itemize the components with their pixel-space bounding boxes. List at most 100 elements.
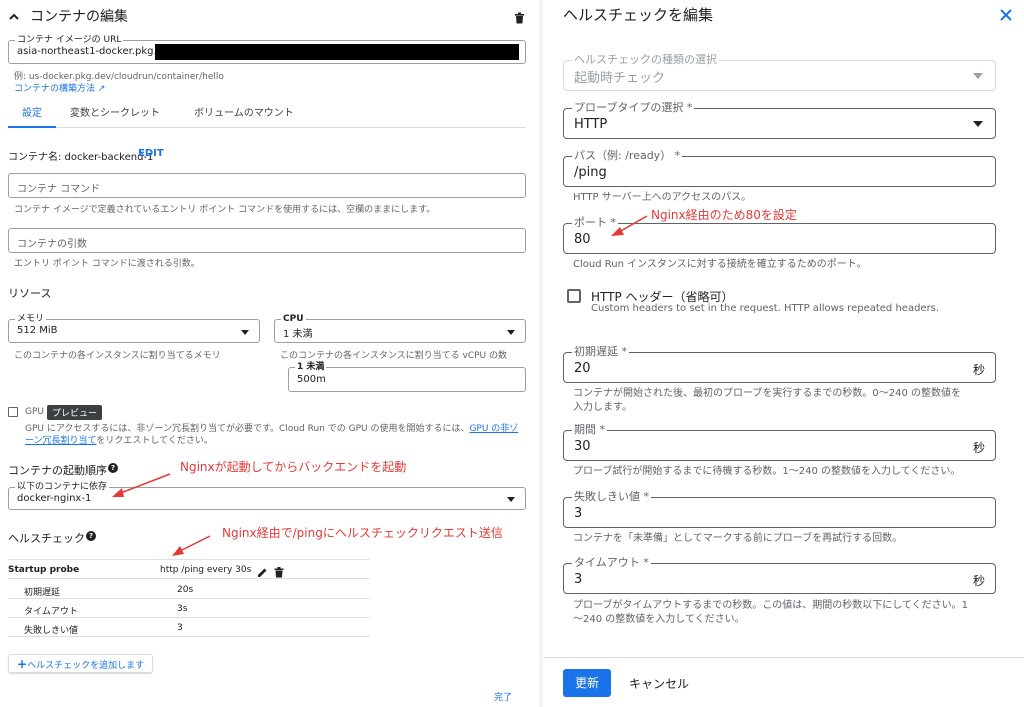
- image-url-value: asia-northeast1-docker.pkg.dev: [17, 46, 176, 57]
- depends-dropdown-icon: [507, 497, 515, 502]
- gpu-help: GPU にアクセスするには、非ゾーン冗長割り当てが必要です。Cloud Run …: [25, 423, 525, 447]
- period-value: 30: [574, 439, 591, 454]
- memory-select[interactable]: メモリ 512 MiB: [8, 313, 260, 343]
- help-icon[interactable]: ?: [86, 531, 96, 541]
- probe-row-key: タイムアウト: [24, 607, 78, 617]
- args-input[interactable]: コンテナの引数: [8, 228, 526, 253]
- tab-settings[interactable]: 設定: [8, 100, 56, 128]
- type-value: 起動時チェック: [574, 71, 666, 86]
- memory-dropdown-icon: [241, 330, 249, 335]
- edit-pencil-icon[interactable]: [257, 563, 268, 582]
- failure-threshold-input[interactable]: 失敗しきい値 * 3: [563, 490, 996, 528]
- type-dropdown-icon: [973, 73, 983, 79]
- http-headers-checkbox[interactable]: [567, 289, 581, 303]
- period-input[interactable]: 期間 * 30 秒: [563, 423, 996, 461]
- failure-threshold-help: コンテナを「未準備」としてマークする前にプローブを再試行する回数。: [573, 533, 903, 544]
- depends-select[interactable]: 以下のコンテナに依存 docker-nginx-1: [8, 481, 526, 510]
- http-headers-help: Custom headers to set in the request. HT…: [591, 303, 940, 314]
- gpu-checkbox[interactable]: [8, 407, 18, 417]
- initial-delay-value: 20: [574, 361, 591, 376]
- probe-name: Startup probe: [8, 565, 80, 575]
- container-name: コンテナ名: docker-backend-1: [8, 152, 154, 163]
- path-help: HTTP サーバー上へのアクセスのパス。: [573, 192, 752, 203]
- cpu-select[interactable]: CPU 1 未満: [274, 313, 526, 343]
- command-input[interactable]: コンテナ コマンド: [8, 173, 526, 198]
- annotation-arrow: [172, 535, 211, 556]
- timeout-help-2: 〜240 の整数値を入力してください。: [573, 614, 745, 625]
- cpu-sub-label: 1 未満: [295, 361, 327, 373]
- cpu-sub-input[interactable]: 1 未満 500m: [288, 361, 526, 392]
- timeout-value: 3: [574, 572, 583, 587]
- tab-variables[interactable]: 変数とシークレット: [70, 100, 160, 128]
- panel-title: ヘルスチェックを編集: [563, 6, 714, 24]
- path-label: パス（例: /ready） *: [572, 149, 683, 163]
- gpu-label: GPU: [25, 407, 44, 417]
- image-help-link[interactable]: コンテナの構築方法 ↗: [14, 81, 105, 94]
- seconds-suffix: 秒: [972, 574, 985, 588]
- probe-row-value: 20s: [177, 585, 194, 595]
- memory-value: 512 MiB: [17, 325, 58, 336]
- probe-row-key: 初期遅延: [24, 588, 61, 598]
- preview-badge: プレビュー: [47, 405, 103, 420]
- tab-volumes[interactable]: ボリュームのマウント: [194, 100, 294, 128]
- tab-bar: 設定 変数とシークレット ボリュームのマウント: [8, 100, 526, 128]
- probe-type-select[interactable]: プローブタイプの選択 * HTTP: [563, 101, 996, 139]
- initial-delay-input[interactable]: 初期遅延 * 20 秒: [563, 345, 996, 383]
- external-link-icon: ↗: [97, 84, 106, 94]
- probe-type-value: HTTP: [574, 117, 608, 132]
- probe-summary: http /ping every 30s: [160, 565, 252, 575]
- path-value: /ping: [574, 165, 607, 180]
- gpu-help-text-1: GPU にアクセスするには、非ゾーン冗長割り当てが必要です。Cloud Run …: [25, 424, 470, 434]
- timeout-input[interactable]: タイムアウト * 3 秒: [563, 556, 996, 594]
- memory-label: メモリ: [15, 313, 47, 325]
- probe-row-key: 失敗しきい値: [24, 626, 79, 636]
- probe-type-label: プローブタイプの選択 *: [572, 101, 695, 115]
- probe-type-dropdown-icon: [973, 121, 983, 127]
- annotation-nginx-ping: Nginx経由で/pingにヘルスチェックリクエスト送信: [222, 526, 503, 540]
- port-label: ポート *: [572, 216, 618, 230]
- trash-icon[interactable]: [274, 563, 284, 582]
- help-icon[interactable]: ?: [108, 463, 118, 473]
- cpu-sub-value: 500m: [297, 374, 326, 385]
- initial-delay-help-1: コンテナが開始された後、最初のプローブを実行するまでの秒数。0〜240 の整数値…: [573, 388, 962, 399]
- trash-icon[interactable]: [514, 9, 525, 28]
- command-help: コンテナ イメージで定義されているエントリ ポイント コマンドを使用するには、空…: [14, 205, 436, 215]
- annotation-nginx-port: Nginx経由のため80を設定: [651, 208, 797, 222]
- failure-threshold-value: 3: [574, 506, 583, 521]
- add-healthcheck-label: ヘルスチェックを追加します: [27, 661, 145, 671]
- seconds-suffix: 秒: [972, 441, 985, 455]
- update-button[interactable]: 更新: [563, 669, 611, 697]
- image-url-field[interactable]: コンテナ イメージの URL asia-northeast1-docker.pk…: [8, 34, 526, 64]
- type-label: ヘルスチェックの種類の選択: [572, 53, 719, 67]
- annotation-nginx-start: Nginxが起動してからバックエンドを起動: [180, 460, 407, 474]
- gpu-help-text-2: をリクエストしてください。: [96, 436, 213, 446]
- seconds-suffix: 秒: [972, 363, 985, 377]
- image-url-label: コンテナ イメージの URL: [15, 34, 124, 46]
- period-label: 期間 *: [572, 423, 607, 437]
- edit-container-panel: コンテナの編集 コンテナ イメージの URL asia-northeast1-d…: [0, 0, 535, 707]
- done-button[interactable]: 完了: [494, 690, 512, 703]
- collapse-chevron-icon[interactable]: [8, 8, 20, 27]
- command-placeholder: コンテナ コマンド: [17, 184, 101, 195]
- healthcheck-title: ヘルスチェック: [8, 532, 85, 545]
- healthcheck-type-select[interactable]: ヘルスチェックの種類の選択 起動時チェック: [563, 53, 996, 91]
- cancel-button[interactable]: キャンセル: [629, 675, 689, 692]
- edit-name-link[interactable]: EDIT: [138, 148, 164, 159]
- cpu-label: CPU: [281, 313, 306, 325]
- resources-title: リソース: [8, 287, 52, 300]
- failure-threshold-label: 失敗しきい値 *: [572, 490, 651, 504]
- initial-delay-help-2: 入力します。: [573, 402, 632, 413]
- close-icon[interactable]: [1000, 6, 1012, 25]
- depends-value: docker-nginx-1: [17, 493, 92, 504]
- port-value: 80: [574, 232, 591, 247]
- redacted-block: [155, 44, 519, 60]
- args-placeholder: コンテナの引数: [17, 239, 87, 250]
- panel-title: コンテナの編集: [30, 9, 128, 25]
- args-help: エントリ ポイント コマンドに渡される引数。: [14, 259, 200, 269]
- memory-help: このコンテナの各インスタンスに割り当てるメモリ: [14, 351, 221, 361]
- add-healthcheck-button[interactable]: +ヘルスチェックを追加します: [8, 654, 154, 673]
- footer-divider: [543, 657, 1024, 658]
- probe-row-value: 3s: [177, 604, 188, 614]
- depends-label: 以下のコンテナに依存: [15, 481, 110, 493]
- path-input[interactable]: パス（例: /ready） * /ping: [563, 149, 996, 187]
